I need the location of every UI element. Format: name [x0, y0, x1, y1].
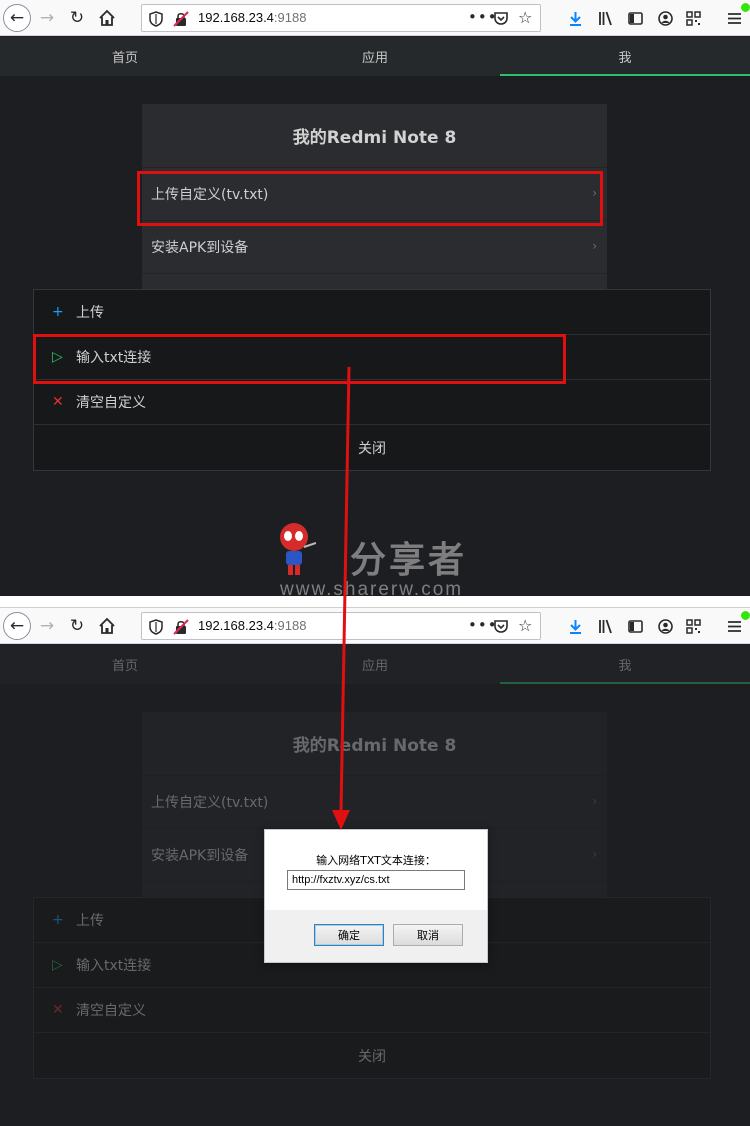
sheet-item-label: 输入txt连接	[76, 958, 152, 974]
chevron-right-icon: ›	[592, 847, 597, 861]
reload-button[interactable]: ↻	[63, 612, 91, 640]
chevron-right-icon: ›	[592, 239, 597, 253]
watermark-en: www.sharerw.com	[280, 579, 464, 596]
url-bar[interactable]: 192.168.23.4:9188 ••• ☆	[141, 612, 541, 640]
forward-button[interactable]: →	[33, 4, 61, 32]
sidebar-icon[interactable]	[625, 8, 645, 28]
update-badge-icon	[740, 610, 750, 621]
sheet-item-upload[interactable]: + 上传	[34, 290, 710, 335]
bookmark-star-icon[interactable]: ☆	[518, 616, 532, 635]
back-button[interactable]: ←	[3, 4, 31, 32]
plus-icon: +	[52, 304, 64, 320]
back-button[interactable]: ←	[3, 612, 31, 640]
home-icon	[99, 617, 115, 634]
reload-icon: ↻	[69, 8, 85, 28]
app-tabs: 首页 应用 我	[0, 37, 750, 76]
pocket-icon[interactable]	[493, 618, 509, 634]
reload-icon: ↻	[69, 616, 85, 636]
prompt-dialog: 输入网络TXT文本连接： http://fxztv.xyz/cs.txt 确定 …	[264, 829, 488, 963]
url-bar[interactable]: 192.168.23.4:9188 ••• ☆	[141, 4, 541, 32]
watermark: 分享者 www.sharerw.com	[270, 515, 500, 596]
sheet-item-label: 清空自定义	[76, 395, 146, 411]
spiderman-mascot-icon	[280, 523, 316, 575]
url-text[interactable]: 192.168.23.4:9188	[198, 618, 306, 633]
sidebar-icon[interactable]	[625, 616, 645, 636]
upload-custom-row[interactable]: 上传自定义(tv.txt) ›	[142, 776, 607, 829]
tab-home[interactable]: 首页	[0, 37, 250, 76]
hamburger-menu-icon[interactable]	[724, 610, 750, 636]
tab-me[interactable]: 我	[500, 645, 750, 684]
x-icon: ✕	[52, 394, 64, 410]
tab-apps[interactable]: 应用	[250, 645, 500, 684]
plus-icon: +	[52, 912, 64, 928]
home-button[interactable]	[93, 612, 121, 640]
account-icon[interactable]	[655, 8, 675, 28]
sheet-close-button[interactable]: 关闭	[34, 1033, 710, 1078]
sheet-item-label: 清空自定义	[76, 1003, 146, 1019]
highlight-input-txt	[33, 334, 566, 384]
back-arrow-icon: ←	[3, 612, 31, 640]
pocket-icon[interactable]	[493, 10, 509, 26]
library-icon[interactable]	[595, 616, 615, 636]
browser-toolbar: ← → ↻ 192.168.23.4:9188 ••• ☆	[0, 0, 750, 36]
url-text[interactable]: 192.168.23.4:9188	[198, 10, 306, 25]
home-icon	[99, 9, 115, 26]
device-title: 我的Redmi Note 8	[142, 712, 607, 776]
url-port: :9188	[273, 10, 307, 25]
sheet-close-button[interactable]: 关闭	[34, 425, 710, 470]
update-badge-icon	[740, 2, 750, 13]
cancel-button[interactable]: 取消	[393, 924, 463, 946]
app-tabs: 首页 应用 我	[0, 645, 750, 684]
install-apk-label: 安装APK到设备	[151, 240, 249, 256]
upload-custom-label: 上传自定义(tv.txt)	[151, 795, 269, 811]
insecure-lock-icon[interactable]	[173, 11, 189, 27]
dialog-prompt: 输入网络TXT文本连接：	[316, 854, 436, 867]
forward-button[interactable]: →	[33, 612, 61, 640]
download-icon[interactable]	[565, 616, 585, 636]
dialog-body: 输入网络TXT文本连接： http://fxztv.xyz/cs.txt	[265, 830, 487, 910]
insecure-lock-icon[interactable]	[173, 619, 189, 635]
chevron-right-icon: ›	[592, 794, 597, 808]
install-apk-row[interactable]: 安装APK到设备 ›	[142, 221, 607, 274]
download-icon[interactable]	[565, 8, 585, 28]
url-input[interactable]: http://fxztv.xyz/cs.txt	[287, 870, 465, 890]
url-port: :9188	[273, 618, 307, 633]
qr-code-icon[interactable]	[683, 616, 703, 636]
ok-button[interactable]: 确定	[314, 924, 384, 946]
sheet-item-label: 上传	[76, 305, 104, 321]
account-icon[interactable]	[655, 616, 675, 636]
highlight-upload-custom	[137, 171, 603, 226]
browser-toolbar: ← → ↻ 192.168.23.4:9188 ••• ☆	[0, 608, 750, 644]
url-host: 192.168.23.4	[198, 10, 274, 25]
screenshot-after: ← → ↻ 192.168.23.4:9188 ••• ☆ 首页 应用 我 我的…	[0, 607, 750, 1126]
sheet-item-label: 上传	[76, 913, 104, 929]
play-icon: ▷	[52, 957, 63, 973]
bookmark-star-icon[interactable]: ☆	[518, 8, 532, 27]
forward-arrow-icon: →	[39, 616, 55, 636]
url-host: 192.168.23.4	[198, 618, 274, 633]
forward-arrow-icon: →	[39, 8, 55, 28]
shield-icon[interactable]	[149, 619, 163, 635]
hamburger-menu-icon[interactable]	[724, 2, 750, 28]
back-arrow-icon: ←	[3, 4, 31, 32]
device-title: 我的Redmi Note 8	[142, 104, 607, 168]
watermark-cn: 分享者	[350, 540, 468, 581]
tab-home[interactable]: 首页	[0, 645, 250, 684]
screenshot-before: ← → ↻ 192.168.23.4:9188 ••• ☆ 首页 应用 我 我的…	[0, 0, 750, 596]
reload-button[interactable]: ↻	[63, 4, 91, 32]
x-icon: ✕	[52, 1002, 64, 1018]
library-icon[interactable]	[595, 8, 615, 28]
home-button[interactable]	[93, 4, 121, 32]
shield-icon[interactable]	[149, 11, 163, 27]
sheet-item-clear[interactable]: ✕ 清空自定义	[34, 988, 710, 1033]
sheet-item-clear[interactable]: ✕ 清空自定义	[34, 380, 710, 425]
install-apk-label: 安装APK到设备	[151, 848, 249, 864]
tab-me[interactable]: 我	[500, 37, 750, 76]
qr-code-icon[interactable]	[683, 8, 703, 28]
tab-apps[interactable]: 应用	[250, 37, 500, 76]
